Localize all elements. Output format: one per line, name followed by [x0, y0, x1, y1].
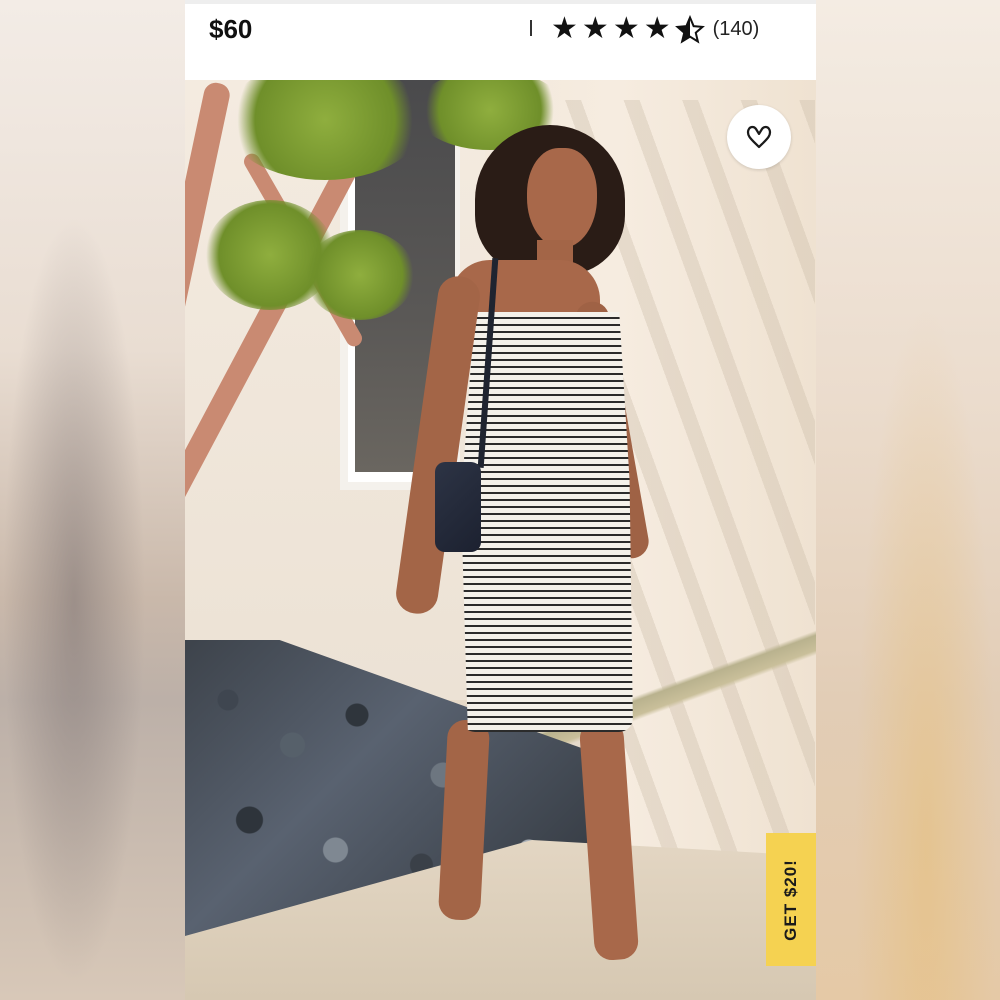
star-icon: ★: [612, 12, 640, 45]
product-photo[interactable]: GET $20!: [185, 80, 816, 1000]
star-icon: ★: [643, 12, 671, 45]
rating[interactable]: ★ ★ ★ ★ (140): [551, 12, 759, 46]
promo-label: GET $20!: [781, 858, 801, 941]
star-icon: ★: [581, 12, 609, 45]
backdrop-right: [815, 0, 1000, 1000]
price: $60: [209, 14, 253, 44]
half-star-icon: [674, 12, 705, 46]
product-screen: $60 ★ ★ ★ ★ (140) GET $20!: [185, 0, 816, 1000]
divider: [530, 20, 532, 36]
backdrop-left: [0, 0, 185, 1000]
product-header: $60 ★ ★ ★ ★ (140): [185, 0, 816, 80]
star-icon: ★: [551, 12, 578, 45]
review-count[interactable]: (140): [713, 18, 760, 41]
favorite-button[interactable]: [727, 105, 791, 169]
heart-outline-icon: [746, 125, 772, 149]
promo-tab[interactable]: GET $20!: [766, 833, 816, 966]
